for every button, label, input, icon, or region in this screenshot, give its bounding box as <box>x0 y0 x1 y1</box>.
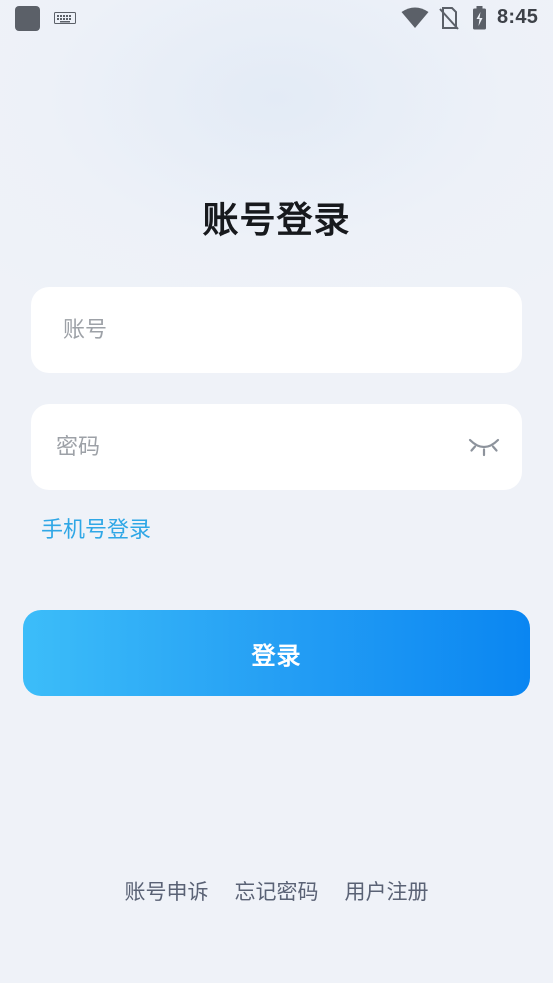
password-input[interactable] <box>31 404 522 490</box>
wifi-icon <box>401 7 429 28</box>
account-field-container <box>31 287 522 373</box>
password-field-container <box>31 404 522 490</box>
account-input[interactable] <box>31 287 522 373</box>
eye-closed-icon[interactable] <box>468 435 500 459</box>
battery-charging-icon <box>473 6 486 30</box>
app-square-icon <box>15 6 40 31</box>
forgot-password-link[interactable]: 忘记密码 <box>235 876 319 906</box>
status-bar: 8:45 <box>0 0 553 38</box>
account-appeal-link[interactable]: 账号申诉 <box>125 876 209 906</box>
keyboard-icon <box>54 12 76 24</box>
page-title: 账号登录 <box>202 200 351 241</box>
footer-links: 账号申诉 忘记密码 用户注册 <box>0 876 553 906</box>
no-sim-icon <box>439 7 459 30</box>
register-link[interactable]: 用户注册 <box>345 876 429 906</box>
login-button[interactable]: 登录 <box>23 610 530 696</box>
status-time: 8:45 <box>497 6 539 28</box>
phone-login-link[interactable]: 手机号登录 <box>41 512 151 544</box>
